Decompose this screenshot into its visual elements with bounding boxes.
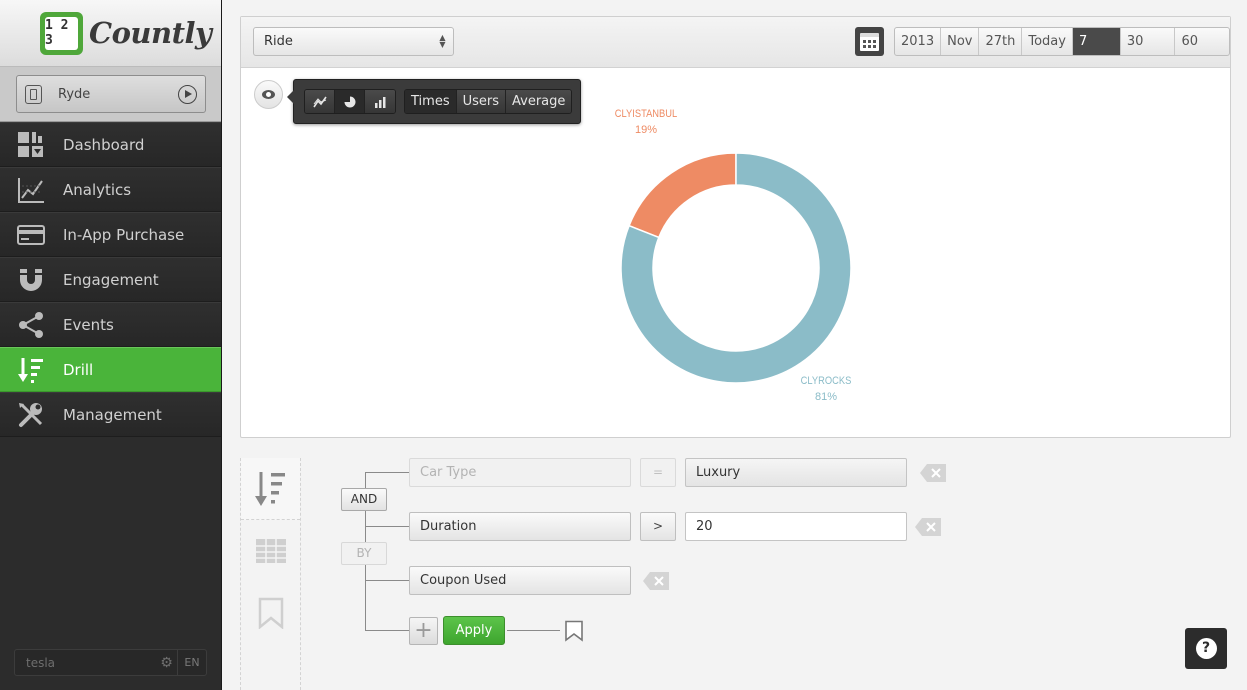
delete-condition-2-icon[interactable] (915, 518, 941, 536)
app-selector-area: Ryde (0, 67, 221, 122)
table-icon (255, 539, 286, 563)
nav-label: Dashboard (63, 135, 145, 154)
drill-bookmarks-tab[interactable] (241, 582, 300, 644)
share-icon (16, 310, 46, 340)
condition-1-value[interactable]: Luxury (685, 458, 907, 487)
delete-condition-1-icon[interactable] (920, 464, 946, 482)
question-icon: ? (1195, 638, 1217, 659)
nav-label: Management (63, 405, 162, 424)
condition-2-property[interactable]: Duration (409, 512, 631, 541)
drill-table-tab[interactable] (241, 520, 300, 582)
tools-icon (16, 400, 46, 430)
date-tab-nov[interactable]: Nov (941, 28, 980, 55)
condition-2-value[interactable]: 20 (685, 512, 907, 541)
drill-query-tab[interactable] (241, 458, 300, 520)
date-range-tabs: 2013 Nov 27th Today 7 days 30 days 60 da… (894, 27, 1230, 56)
calendar-icon (860, 32, 879, 51)
query-tree-line (507, 630, 560, 631)
by-property[interactable]: Coupon Used (409, 566, 631, 595)
bookmark-query-icon[interactable] (564, 620, 584, 642)
logic-and-button[interactable]: AND (341, 488, 387, 511)
credit-card-icon (16, 220, 46, 250)
donut-slice-clyistanbul[interactable] (628, 152, 737, 239)
date-tab-7-days[interactable]: 7 days (1072, 28, 1121, 55)
date-tab-60-days[interactable]: 60 days (1175, 28, 1229, 55)
query-tree-line (365, 526, 409, 527)
delete-by-icon[interactable] (643, 572, 669, 590)
nav-item-drill[interactable]: Drill (0, 347, 221, 392)
event-select-value: Ride (264, 34, 293, 49)
sidebar-footer: tesla ⚙ EN (14, 649, 207, 676)
nav-label: Events (63, 315, 114, 334)
nav-item-analytics[interactable]: Analytics (0, 167, 221, 212)
slice-percent-label: 81% (815, 391, 837, 403)
apply-button[interactable]: Apply (443, 616, 505, 645)
countly-logo-icon: 1 2 3 (40, 11, 83, 55)
query-tree-line (365, 580, 409, 581)
nav-label: In-App Purchase (63, 225, 185, 244)
logo[interactable]: 1 2 3 Countly (0, 0, 221, 67)
query-tree-line (365, 630, 409, 631)
slice-label: CLYROCKS (801, 375, 852, 387)
nav-item-management[interactable]: Management (0, 392, 221, 437)
nav-item-events[interactable]: Events (0, 302, 221, 347)
donut-chart: CLYISTANBUL 19% CLYROCKS 81% (615, 108, 852, 403)
drill-sort-icon (16, 355, 46, 385)
device-icon (25, 84, 42, 104)
condition-1-property[interactable]: Car Type (409, 458, 631, 487)
username[interactable]: tesla (15, 656, 156, 670)
chart-panel: Ride ▲▼ 2013 Nov 27th Today 7 days 30 da… (240, 16, 1231, 438)
app-selector[interactable]: Ryde (16, 75, 206, 113)
condition-2-operator[interactable]: > (640, 512, 676, 541)
play-icon[interactable] (178, 84, 197, 104)
magnet-icon (16, 265, 46, 295)
nav-label: Engagement (63, 270, 159, 289)
nav-label: Drill (63, 360, 94, 379)
select-arrows-icon: ▲ ▼ (439, 33, 446, 49)
sidebar: 1 2 3 Countly Ryde Dashboard Analytics I… (0, 0, 222, 690)
query-tree-line (365, 472, 409, 473)
slice-label: CLYISTANBUL (615, 108, 678, 120)
date-tab-27th[interactable]: 27th (979, 28, 1023, 55)
app-name: Ryde (58, 86, 91, 102)
slice-percent-label: 19% (635, 124, 657, 136)
help-button[interactable]: ? (1185, 628, 1227, 669)
event-select[interactable]: Ride ▲ ▼ (253, 27, 454, 56)
date-tab-30-days[interactable]: 30 days (1121, 28, 1176, 55)
drill-sort-icon (254, 471, 285, 506)
nav-item-in-app-purchase[interactable]: In-App Purchase (0, 212, 221, 257)
calendar-button[interactable] (855, 27, 884, 56)
analytics-icon (16, 175, 46, 205)
language-selector[interactable]: EN (178, 656, 206, 669)
nav-label: Analytics (63, 180, 132, 199)
logic-by-button[interactable]: BY (341, 542, 387, 565)
gear-icon[interactable]: ⚙ (156, 649, 178, 676)
nav-item-engagement[interactable]: Engagement (0, 257, 221, 302)
dashboard-icon (16, 130, 46, 160)
condition-1-operator[interactable]: = (640, 458, 676, 487)
panel-header: Ride ▲▼ 2013 Nov 27th Today 7 days 30 da… (241, 17, 1230, 68)
brand-name: Countly (89, 16, 212, 50)
date-tab-2013[interactable]: 2013 (895, 28, 942, 55)
add-condition-button[interactable]: + (409, 617, 438, 645)
drill-side-tabs (240, 458, 301, 690)
bookmark-icon (258, 597, 283, 629)
nav-item-dashboard[interactable]: Dashboard (0, 122, 221, 167)
date-tab-today[interactable]: Today (1022, 28, 1073, 55)
main-nav: Dashboard Analytics In-App Purchase Enga… (0, 122, 221, 437)
